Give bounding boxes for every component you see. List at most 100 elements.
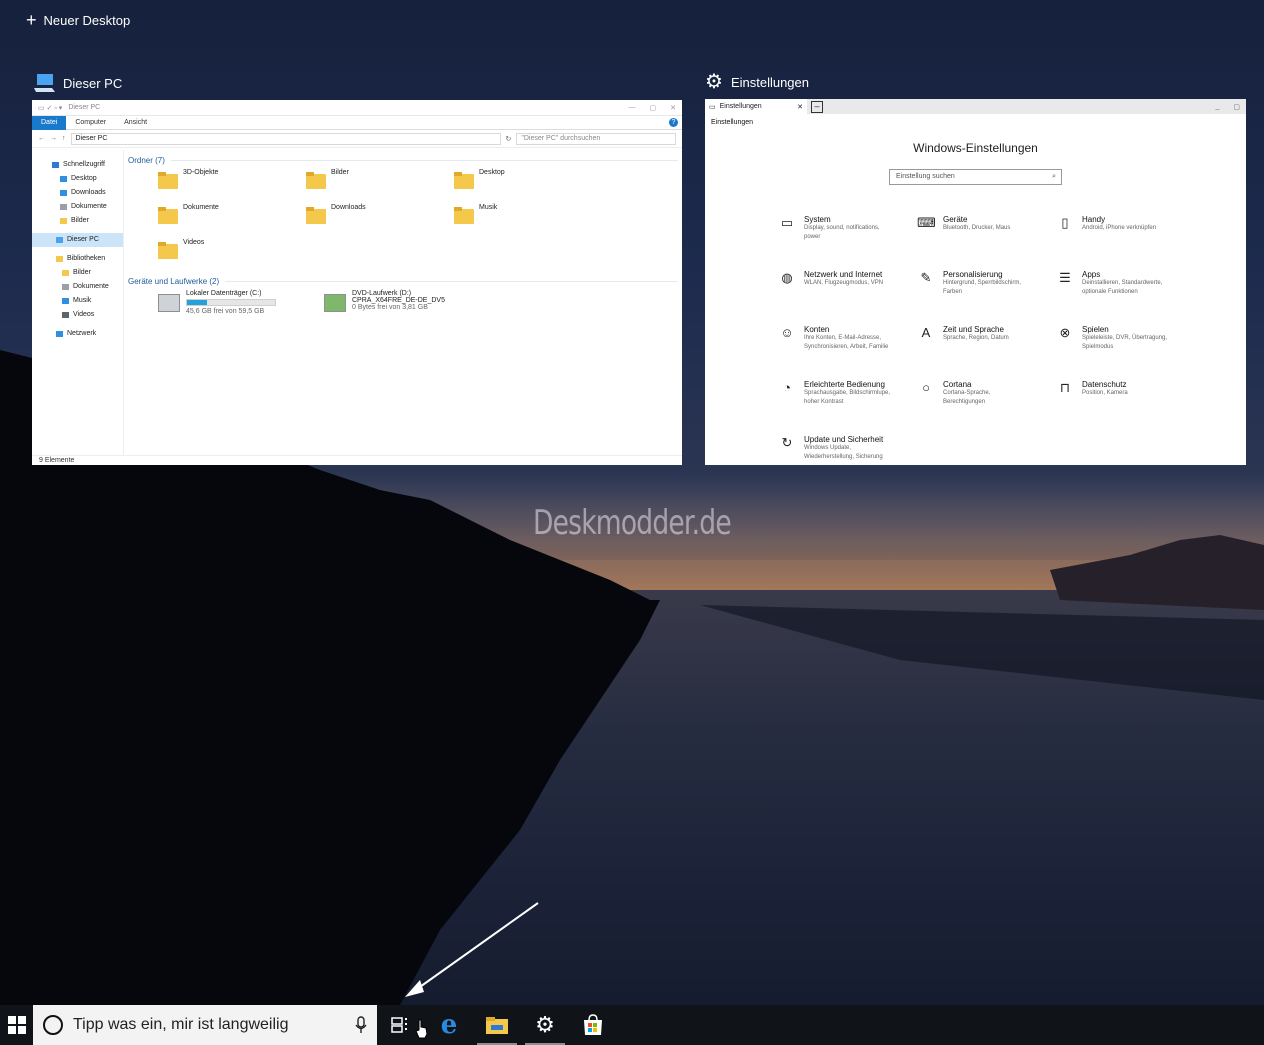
new-tab-icon[interactable]: – xyxy=(811,100,823,113)
category-desc: Bluetooth, Drucker, Maus xyxy=(943,225,1011,231)
microphone-icon[interactable] xyxy=(355,1016,367,1034)
nav-item-bibliotheken[interactable]: Bibliotheken xyxy=(32,252,123,266)
taskbar: Tipp was ein, mir ist langweilig e ⚙ xyxy=(0,1005,1264,1045)
nav-item-lib-bilder[interactable]: Bilder xyxy=(32,266,123,280)
category-title: Cortana xyxy=(943,380,972,389)
folder-item[interactable]: Musik xyxy=(454,204,602,230)
drive-item[interactable]: DVD-Laufwerk (D:) CPRA_X64FRE_DE-DE_DV5 … xyxy=(324,290,445,315)
task-view-button[interactable] xyxy=(377,1005,428,1045)
start-button[interactable] xyxy=(0,1005,33,1045)
settings-button[interactable]: ⚙ xyxy=(521,1005,569,1045)
nav-label: Bilder xyxy=(73,269,91,276)
hard-drive-icon xyxy=(158,294,180,312)
ribbon-tab-ansicht[interactable]: Ansicht xyxy=(115,116,156,130)
settings-category-network[interactable]: ◍ Netzwerk und Internet WLAN, Flugzeugmodu… xyxy=(778,270,917,317)
folder-label: Videos xyxy=(183,239,205,246)
close-icon[interactable]: ✕ xyxy=(670,104,676,112)
nav-item-netzwerk[interactable]: Netzwerk xyxy=(32,327,123,341)
document-icon xyxy=(62,284,69,290)
windows-logo-icon xyxy=(7,1016,26,1034)
settings-category-apps[interactable]: ☰ Apps Deinstallieren, Standardwerte, opti… xyxy=(1056,270,1195,317)
forward-icon[interactable]: → xyxy=(50,135,57,142)
this-pc-icon xyxy=(56,237,63,243)
settings-category-time-language[interactable]: A Zeit und Sprache Sprache, Region, Datum xyxy=(917,325,1056,372)
folder-item[interactable]: Bilder xyxy=(306,169,454,195)
explorer-search-input[interactable]: "Dieser PC" durchsuchen xyxy=(516,132,676,145)
store-button[interactable] xyxy=(569,1005,617,1045)
drives-group-header[interactable]: Geräte und Laufwerke (2) xyxy=(128,277,678,286)
up-icon[interactable]: ↑ xyxy=(62,135,66,142)
settings-category-phone[interactable]: ▯ Handy Android, iPhone verknüpfen xyxy=(1056,215,1195,262)
settings-tab[interactable]: ▭ Einstellungen ✕ xyxy=(705,99,807,114)
nav-item-downloads[interactable]: Downloads xyxy=(32,186,123,200)
settings-category-devices[interactable]: ⌨ Geräte Bluetooth, Drucker, Maus xyxy=(917,215,1056,262)
settings-title-label: Einstellungen xyxy=(730,74,809,90)
nav-item-dokumente[interactable]: Dokumente xyxy=(32,200,123,214)
pictures-icon xyxy=(62,270,69,276)
nav-item-lib-musik[interactable]: Musik xyxy=(32,294,123,308)
breadcrumb: Einstellungen xyxy=(711,119,754,126)
settings-category-system[interactable]: ▭ System Display, sound, notifications, po… xyxy=(778,215,917,262)
explorer-window-thumbnail[interactable]: ▭ ✓ ▫ ▾ Dieser PC — ▢ ✕ Datei Computer Ans… xyxy=(32,100,682,465)
minimize-icon[interactable]: _ xyxy=(1215,103,1219,111)
drive-item[interactable]: Lokaler Datenträger (C:) 45,6 GB frei vo… xyxy=(158,290,276,315)
settings-category-cortana[interactable]: ○ Cortana Cortana-Sprache, Berechtigungen xyxy=(917,380,1056,427)
quick-access-toolbar-icon: ▭ ✓ ▫ ▾ xyxy=(38,104,63,112)
folder-icon xyxy=(158,239,178,261)
maximize-icon[interactable]: ▢ xyxy=(650,104,657,112)
category-title: Personalisierung xyxy=(943,270,1003,279)
folder-label: Musik xyxy=(479,204,498,211)
new-desktop-button[interactable]: + Neuer Desktop xyxy=(26,11,130,29)
category-title: Konten xyxy=(804,325,830,334)
settings-window-title[interactable]: ⚙ Einstellungen xyxy=(705,72,809,92)
folder-item[interactable]: Desktop xyxy=(454,169,602,195)
folders-group-header[interactable]: Ordner (7) xyxy=(128,156,678,165)
folder-label: Desktop xyxy=(479,169,505,176)
folder-item[interactable]: 3D-Objekte xyxy=(158,169,306,195)
settings-window-thumbnail[interactable]: ▭ Einstellungen ✕ – _ ▢ Einstellungen Win… xyxy=(705,99,1246,465)
nav-item-desktop[interactable]: Desktop xyxy=(32,172,123,186)
nav-item-lib-dokumente[interactable]: Dokumente xyxy=(32,280,123,294)
folder-icon xyxy=(158,169,178,191)
file-explorer-button[interactable] xyxy=(473,1005,521,1045)
settings-category-ease-of-access[interactable]: ◔ Erleichterte Bedienung Sprachausgabe, Bi… xyxy=(778,380,917,427)
explorer-window-title[interactable]: Dieser PC xyxy=(33,72,122,94)
search-placeholder: Einstellung suchen xyxy=(896,173,955,180)
folder-item[interactable]: Dokumente xyxy=(158,204,306,230)
settings-category-privacy[interactable]: ⊓ Datenschutz Position, Kamera xyxy=(1056,380,1195,427)
edge-icon: e xyxy=(440,1010,458,1040)
taskbar-search-box[interactable]: Tipp was ein, mir ist langweilig xyxy=(33,1005,377,1045)
store-icon xyxy=(584,1014,602,1035)
refresh-icon[interactable]: ↻ xyxy=(506,135,512,143)
lock-icon: ⊓ xyxy=(1059,380,1071,395)
back-icon[interactable]: ← xyxy=(38,135,45,142)
address-bar[interactable]: Dieser PC xyxy=(70,132,501,145)
settings-category-accounts[interactable]: ☺ Konten Ihre Konten, E-Mail-Adresse, Sync… xyxy=(778,325,917,372)
folder-icon xyxy=(306,169,326,191)
nav-item-lib-videos[interactable]: Videos xyxy=(32,308,123,322)
category-title: System xyxy=(804,215,831,224)
settings-category-personalization[interactable]: ✎ Personalisierung Hintergrund, Sperrbilds… xyxy=(917,270,1056,317)
folder-item[interactable]: Videos xyxy=(158,239,306,265)
accessibility-icon: ◔ xyxy=(783,380,791,395)
nav-item-bilder[interactable]: Bilder xyxy=(32,214,123,228)
nav-item-schnellzugriff[interactable]: Schnellzugriff xyxy=(32,158,123,172)
close-tab-icon[interactable]: ✕ xyxy=(797,103,803,111)
category-desc: Hintergrund, Sperrbildschirm, Farben xyxy=(943,280,1022,295)
ribbon-tab-computer[interactable]: Computer xyxy=(66,116,115,130)
maximize-icon[interactable]: ▢ xyxy=(1233,103,1240,111)
settings-category-update[interactable]: ↻ Update und Sicherheit Windows Update, Wi… xyxy=(778,435,917,465)
nav-label: Dokumente xyxy=(73,283,109,290)
nav-item-dieser-pc[interactable]: Dieser PC xyxy=(32,233,123,247)
folder-item[interactable]: Downloads xyxy=(306,204,454,230)
edge-button[interactable]: e xyxy=(425,1005,473,1045)
drive-usage-bar xyxy=(186,299,276,306)
drive-name: Lokaler Datenträger (C:) xyxy=(186,290,262,297)
settings-search-input[interactable]: Einstellung suchen ⌕ xyxy=(889,169,1062,185)
category-title: Spielen xyxy=(1082,325,1109,334)
ribbon-tab-datei[interactable]: Datei xyxy=(32,115,67,130)
help-icon[interactable]: ? xyxy=(669,118,678,127)
settings-category-gaming[interactable]: ⊗ Spielen Spieleleiste, DVR, Übertragung, … xyxy=(1056,325,1195,372)
minimize-icon[interactable]: — xyxy=(629,104,636,112)
tab-label: Einstellungen xyxy=(719,103,762,110)
